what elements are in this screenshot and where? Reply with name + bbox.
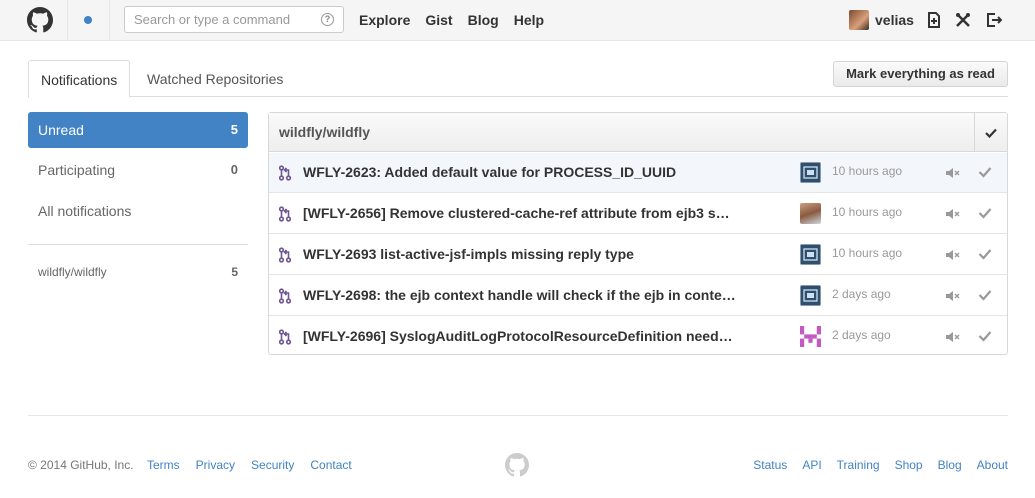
notification-row[interactable]: WFLY-2693 list-active-jsf-impls missing … — [269, 235, 1007, 275]
count-badge: 5 — [231, 265, 238, 279]
notification-row[interactable]: WFLY-2623: Added default value for PROCE… — [269, 153, 1007, 193]
create-repo-icon[interactable] — [925, 11, 943, 29]
footer-link-api[interactable]: API — [802, 458, 821, 472]
pull-request-icon — [278, 165, 292, 181]
sidebar-item-unread[interactable]: Unread 5 — [28, 112, 248, 148]
footer-links-right: Status API Training Shop Blog About — [738, 458, 1008, 472]
search-input[interactable] — [125, 7, 310, 32]
count-badge: 0 — [230, 162, 238, 177]
avatar — [800, 162, 821, 183]
notification-title[interactable]: WFLY-2693 list-active-jsf-impls missing … — [303, 246, 763, 262]
timestamp: 10 hours ago — [832, 164, 903, 178]
avatar — [800, 326, 821, 347]
nav-gist[interactable]: Gist — [425, 12, 452, 28]
sidebar-item-label: wildfly/wildfly — [38, 265, 107, 279]
footer-link-contact[interactable]: Contact — [310, 458, 351, 472]
footer-link-training[interactable]: Training — [837, 458, 880, 472]
nav-blog[interactable]: Blog — [468, 12, 499, 28]
nav-help[interactable]: Help — [514, 12, 544, 28]
mark-read-icon[interactable] — [978, 165, 992, 179]
footer-link-privacy[interactable]: Privacy — [196, 458, 235, 472]
notification-dot-icon[interactable] — [84, 16, 92, 24]
mark-all-read-button[interactable]: Mark everything as read — [833, 61, 1008, 87]
mark-read-icon[interactable] — [978, 288, 992, 302]
notification-row[interactable]: [WFLY-2656] Remove clustered-cache-ref a… — [269, 194, 1007, 234]
notification-row[interactable]: WFLY-2698: the ejb context handle will c… — [269, 276, 1007, 316]
settings-icon[interactable] — [954, 11, 972, 29]
footer-link-status[interactable]: Status — [753, 458, 787, 472]
github-mark-icon[interactable] — [505, 453, 529, 477]
sidebar-item-repo[interactable]: wildfly/wildfly 5 — [28, 262, 248, 282]
footer-divider — [28, 415, 1008, 416]
footer-link-shop[interactable]: Shop — [895, 458, 923, 472]
mute-icon[interactable] — [945, 288, 961, 304]
repo-header: wildfly/wildfly — [269, 113, 1007, 152]
sidebar-item-label: Unread — [38, 122, 84, 138]
pull-request-icon — [278, 206, 292, 222]
sidebar-item-all-notifications[interactable]: All notifications — [28, 193, 248, 229]
sidebar-divider — [28, 244, 248, 245]
notification-title[interactable]: [WFLY-2656] Remove clustered-cache-ref a… — [303, 205, 763, 221]
mute-icon[interactable] — [945, 329, 961, 345]
top-nav: Explore Gist Blog Help — [359, 12, 559, 28]
user-menu[interactable]: velias — [849, 10, 914, 30]
timestamp: 10 hours ago — [832, 205, 903, 219]
mute-icon[interactable] — [945, 206, 961, 222]
notification-title[interactable]: WFLY-2623: Added default value for PROCE… — [303, 164, 763, 180]
footer-links-left: Terms Privacy Security Contact — [147, 458, 368, 472]
sidebar-item-label: All notifications — [38, 203, 132, 219]
notification-row[interactable]: [WFLY-2696] SyslogAuditLogProtocolResour… — [269, 317, 1007, 357]
footer-link-terms[interactable]: Terms — [147, 458, 180, 472]
timestamp: 2 days ago — [832, 328, 891, 342]
repo-name[interactable]: wildfly/wildfly — [279, 124, 370, 140]
help-icon[interactable]: ? — [321, 13, 334, 26]
pull-request-icon — [278, 288, 292, 304]
mark-repo-read-icon[interactable] — [974, 113, 1007, 152]
nav-explore[interactable]: Explore — [359, 12, 410, 28]
footer-link-blog[interactable]: Blog — [938, 458, 962, 472]
mark-read-icon[interactable] — [978, 206, 992, 220]
copyright: © 2014 GitHub, Inc. — [28, 458, 134, 472]
username[interactable]: velias — [875, 12, 914, 28]
github-logo-icon[interactable] — [23, 6, 57, 34]
header-divider — [67, 0, 68, 40]
mute-icon[interactable] — [945, 165, 961, 181]
count-badge: 5 — [230, 122, 238, 137]
sidebar-item-label: Participating — [38, 162, 116, 178]
notification-title[interactable]: [WFLY-2696] SyslogAuditLogProtocolResour… — [303, 328, 763, 344]
site-header: ? Explore Gist Blog Help velias — [0, 0, 1035, 41]
avatar — [849, 10, 869, 30]
header-divider — [109, 0, 110, 40]
pull-request-icon — [278, 329, 292, 345]
footer-link-security[interactable]: Security — [251, 458, 294, 472]
avatar — [800, 285, 821, 306]
timestamp: 2 days ago — [832, 287, 891, 301]
footer-link-about[interactable]: About — [977, 458, 1008, 472]
command-search[interactable]: ? — [124, 6, 344, 33]
mark-read-icon[interactable] — [978, 329, 992, 343]
avatar — [800, 244, 821, 265]
notification-title[interactable]: WFLY-2698: the ejb context handle will c… — [303, 287, 763, 303]
tab-notifications[interactable]: Notifications — [28, 60, 131, 98]
timestamp: 10 hours ago — [832, 246, 903, 260]
mute-icon[interactable] — [945, 247, 961, 263]
notifications-list: wildfly/wildfly WFLY-2623: Added default… — [268, 112, 1008, 355]
sidebar-item-participating[interactable]: Participating 0 — [28, 152, 248, 188]
pull-request-icon — [278, 247, 292, 263]
tab-watched-repositories[interactable]: Watched Repositories — [135, 60, 295, 97]
avatar — [800, 203, 821, 224]
sign-out-icon[interactable] — [985, 11, 1003, 29]
mark-read-icon[interactable] — [978, 247, 992, 261]
